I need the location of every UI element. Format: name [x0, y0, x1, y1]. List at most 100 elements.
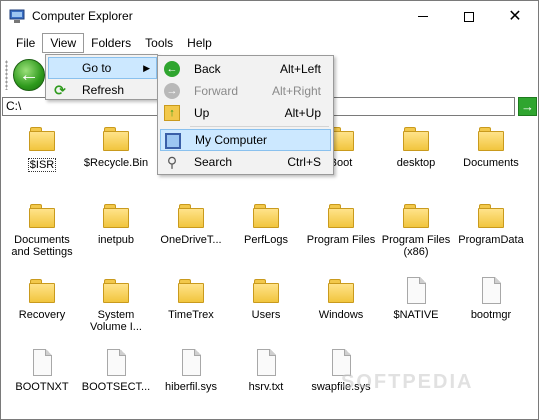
go-arrow-icon: → [521, 99, 534, 114]
menu-item-refresh[interactable]: ⟳ Refresh [48, 79, 157, 101]
file-label: Recovery [18, 309, 66, 321]
menu-folders[interactable]: Folders [84, 33, 138, 53]
folder-item[interactable]: OneDriveT... [154, 195, 228, 265]
folder-icon [102, 201, 130, 231]
folder-item[interactable]: desktop [379, 118, 453, 188]
folder-icon [102, 276, 130, 306]
file-label: BOOTSECT... [81, 381, 151, 393]
menu-item-label: Refresh [82, 83, 125, 97]
file-label: $ISR [27, 158, 57, 172]
folder-item[interactable]: ProgramData [454, 195, 528, 265]
menu-item-label: Up [194, 106, 210, 120]
close-icon: ✕ [508, 7, 522, 25]
refresh-icon: ⟳ [54, 82, 66, 98]
menu-bar: File View Folders Tools Help [1, 32, 538, 54]
shortcut-label: Alt+Left [279, 62, 321, 76]
folder-icon [327, 201, 355, 231]
menu-item-goto[interactable]: Go to ▶ [48, 57, 157, 79]
menu-tools[interactable]: Tools [138, 33, 180, 53]
watermark: SOFTPEDIA [341, 371, 474, 393]
folder-item[interactable]: Recovery [5, 270, 79, 340]
computer-icon [165, 133, 181, 149]
folder-item[interactable]: System Volume I... [79, 270, 153, 340]
menu-view[interactable]: View [42, 33, 85, 53]
file-label: inetpub [97, 234, 135, 246]
folder-item[interactable]: $ISR [5, 118, 79, 188]
folder-item[interactable]: $Recycle.Bin [79, 118, 153, 188]
file-label: Users [251, 309, 281, 321]
minimize-button[interactable] [400, 1, 446, 32]
submenu-arrow-icon: ▶ [143, 63, 150, 73]
menu-item-my-computer[interactable]: My Computer [160, 129, 331, 151]
file-item[interactable]: hsrv.txt [229, 342, 303, 412]
file-label: $Recycle.Bin [83, 157, 149, 169]
folder-item[interactable]: inetpub [79, 195, 153, 265]
file-label: desktop [396, 157, 436, 169]
folder-item[interactable]: Users [229, 270, 303, 340]
folder-item[interactable]: Windows [304, 270, 378, 340]
file-label: Documents [463, 157, 519, 169]
file-item[interactable]: BOOTSECT... [79, 342, 153, 412]
toolbar-grip[interactable] [5, 60, 8, 90]
close-button[interactable]: ✕ [492, 1, 538, 32]
folder-item[interactable]: TimeTrex [154, 270, 228, 340]
folder-icon [28, 276, 56, 306]
menu-help[interactable]: Help [180, 33, 219, 53]
file-icon [102, 348, 130, 378]
menu-item-label: Back [194, 62, 221, 76]
file-icon [402, 276, 430, 306]
menu-item-search[interactable]: ⚲ Search Ctrl+S [160, 151, 331, 173]
shortcut-label: Ctrl+S [287, 155, 321, 169]
folder-icon [252, 276, 280, 306]
go-button[interactable]: → [518, 97, 537, 116]
file-item[interactable]: bootmgr [454, 270, 528, 340]
folder-icon [28, 124, 56, 154]
file-label: $NATIVE [393, 309, 439, 321]
menu-separator [190, 126, 329, 127]
up-folder-icon: ↑ [164, 105, 180, 121]
back-button[interactable]: ← [13, 59, 45, 91]
file-label: hsrv.txt [248, 381, 284, 393]
forward-arrow-icon: → [164, 83, 180, 99]
goto-submenu: ← Back Alt+Left → Forward Alt+Right ↑ Up… [157, 55, 334, 175]
file-label: ProgramData [458, 234, 524, 246]
folder-item[interactable]: Program Files (x86) [379, 195, 453, 265]
folder-icon [327, 276, 355, 306]
folder-item[interactable]: Program Files [304, 195, 378, 265]
file-label: hiberfil.sys [165, 381, 217, 393]
folder-item[interactable]: Documents and Settings [5, 195, 79, 265]
back-arrow-icon: ← [19, 63, 39, 86]
folder-icon [177, 276, 205, 306]
folder-icon [177, 201, 205, 231]
window-title: Computer Explorer [32, 9, 133, 23]
minimize-icon [418, 16, 428, 17]
file-label: bootmgr [470, 309, 512, 321]
file-label: OneDriveT... [160, 234, 222, 246]
file-label: Program Files [306, 234, 376, 246]
folder-icon [477, 201, 505, 231]
maximize-icon [464, 11, 474, 22]
folder-item[interactable]: PerfLogs [229, 195, 303, 265]
folder-icon [102, 124, 130, 154]
menu-item-up[interactable]: ↑ Up Alt+Up [160, 102, 331, 124]
file-icon [477, 276, 505, 306]
file-item[interactable]: BOOTNXT [5, 342, 79, 412]
menu-item-label: Search [194, 155, 233, 169]
menu-item-forward[interactable]: → Forward Alt+Right [160, 80, 331, 102]
title-bar[interactable]: Computer Explorer ✕ [1, 1, 538, 32]
menu-file[interactable]: File [9, 33, 42, 53]
back-arrow-icon: ← [164, 61, 180, 77]
file-item[interactable]: $NATIVE [379, 270, 453, 340]
menu-item-back[interactable]: ← Back Alt+Left [160, 58, 331, 80]
folder-item[interactable]: Documents [454, 118, 528, 188]
search-icon: ⚲ [166, 154, 178, 170]
maximize-button[interactable] [446, 1, 492, 32]
file-label: TimeTrex [168, 309, 214, 321]
menu-item-label: My Computer [195, 133, 268, 147]
shortcut-label: Alt+Up [284, 106, 321, 120]
shortcut-label: Alt+Right [271, 84, 321, 98]
file-item[interactable]: hiberfil.sys [154, 342, 228, 412]
view-menu: Go to ▶ ⟳ Refresh [45, 54, 158, 100]
menu-item-label: Go to [82, 61, 112, 75]
file-label: Documents and Settings [11, 234, 73, 258]
